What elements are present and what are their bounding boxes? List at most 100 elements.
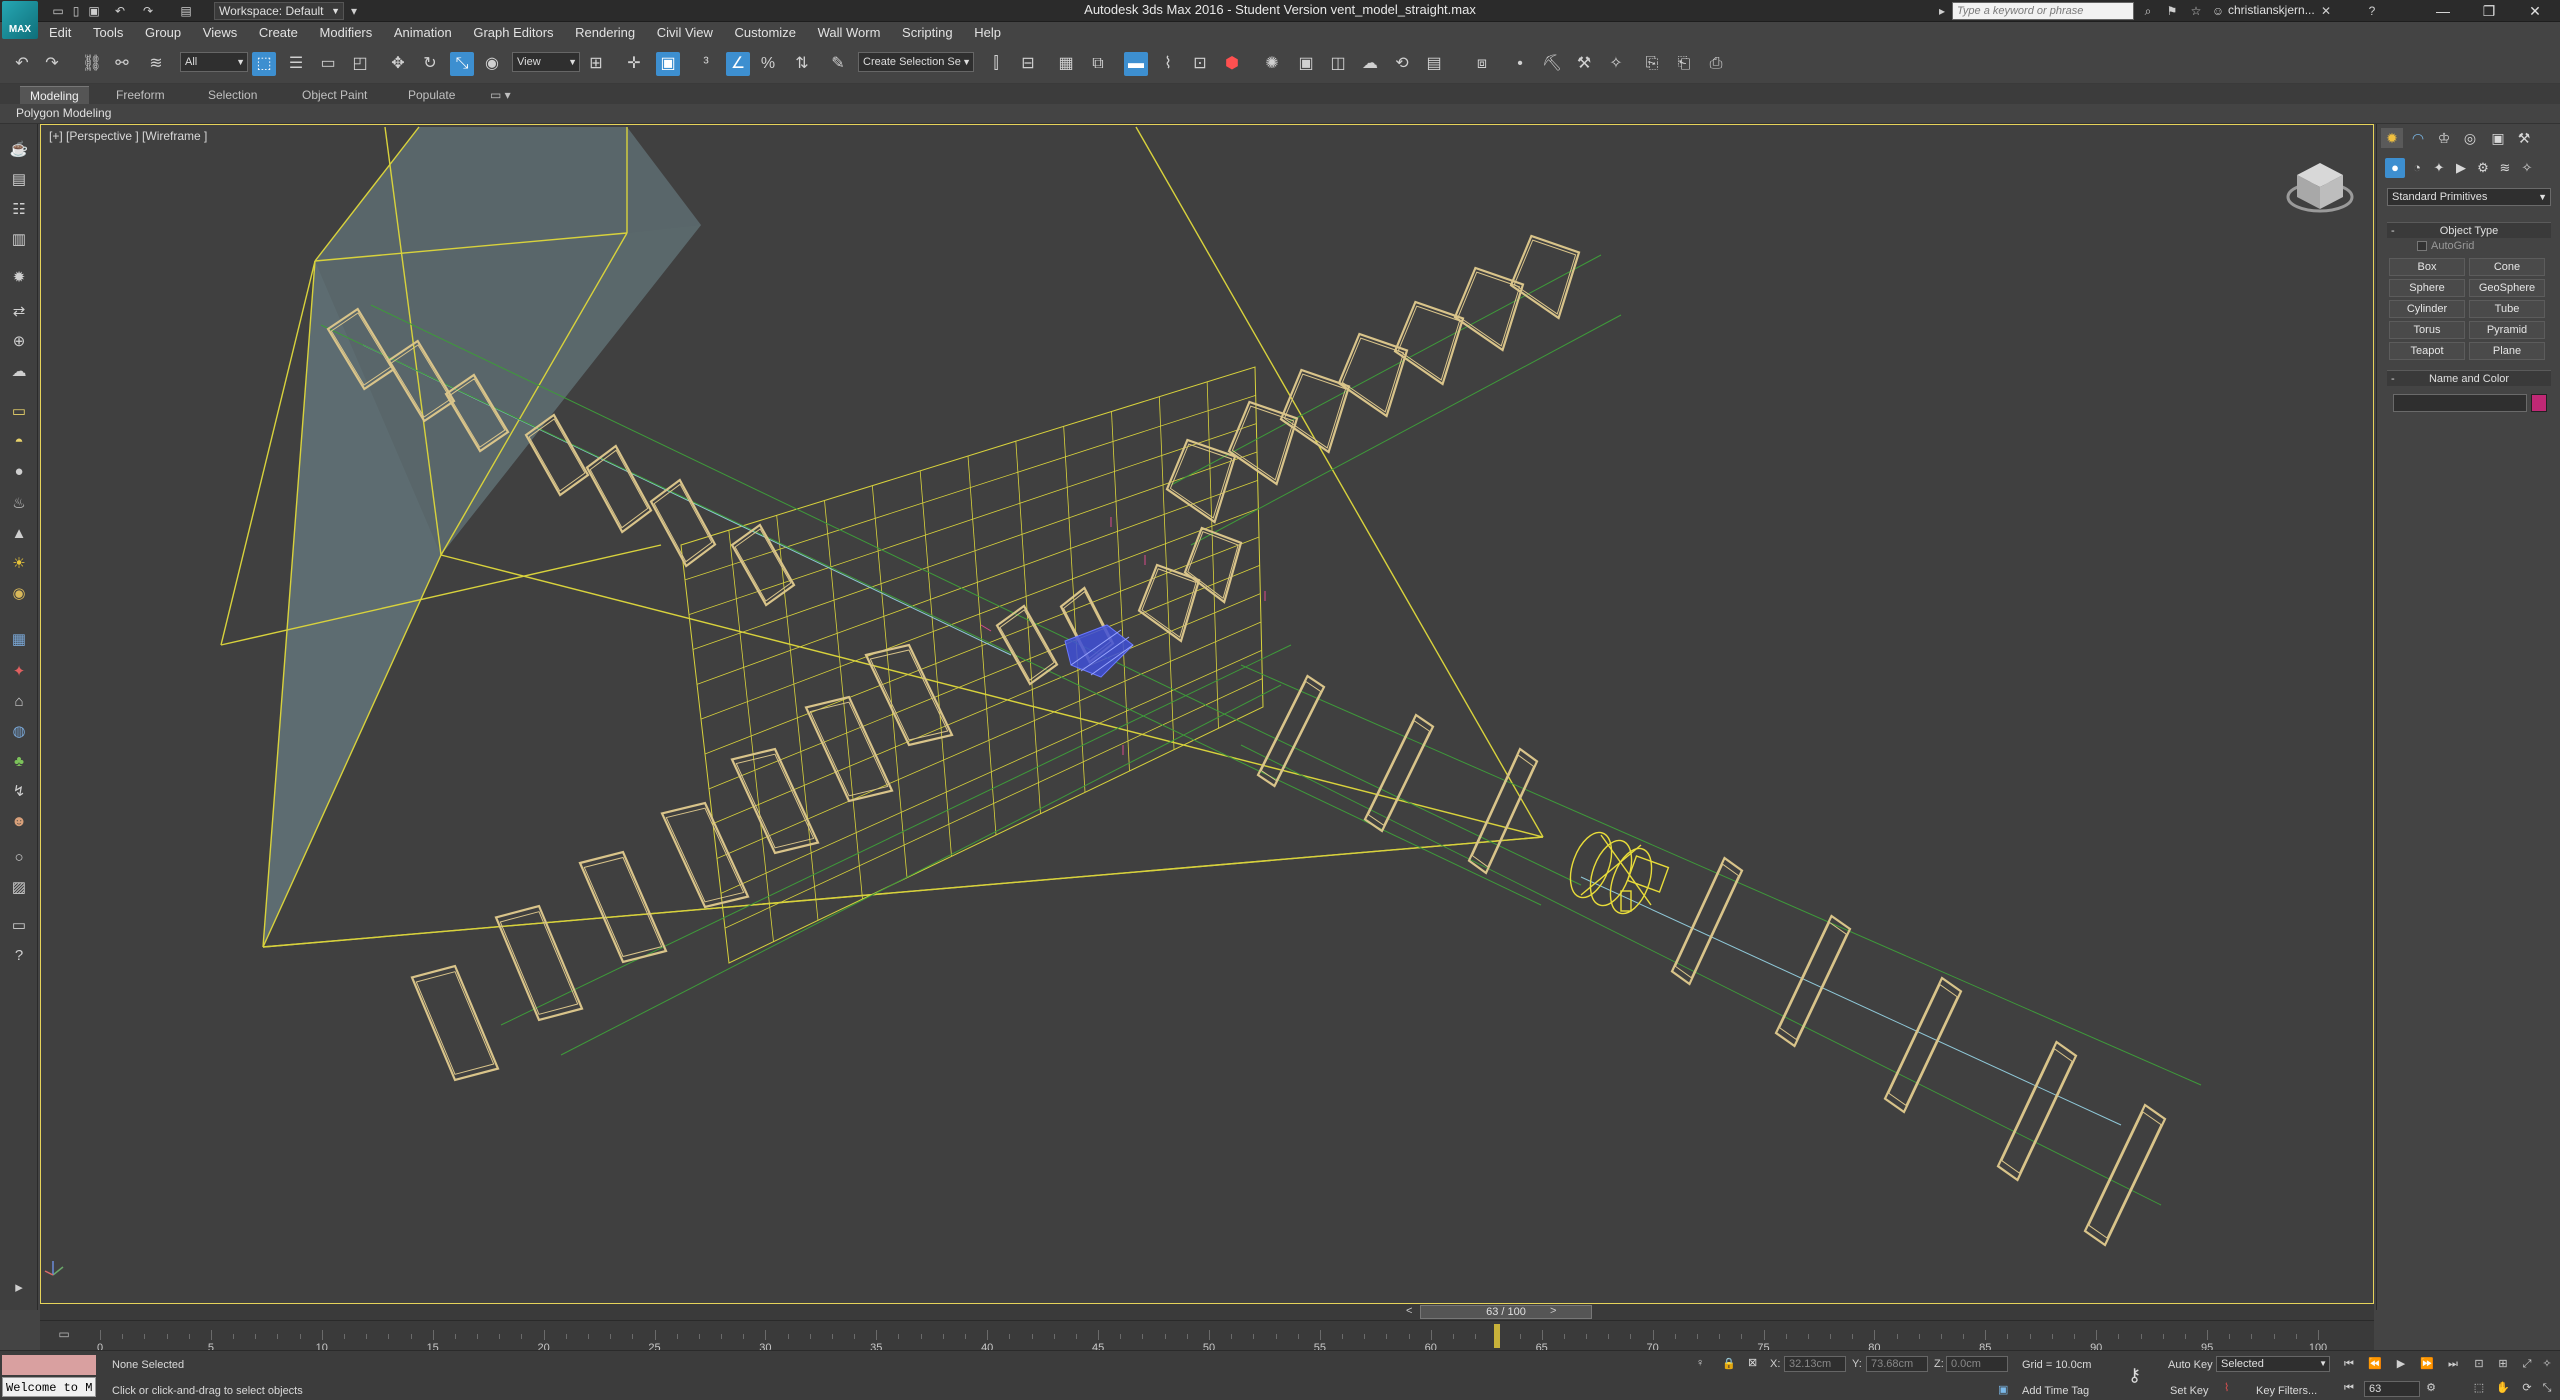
align-icon[interactable]: ⊟ xyxy=(1016,52,1040,76)
zoom-region-icon[interactable]: ⬚ xyxy=(2470,1379,2488,1397)
autogrid-box[interactable] xyxy=(2417,241,2427,252)
app-logo-icon[interactable]: MAX xyxy=(2,1,38,39)
wall-worm-export-icon[interactable]: ⚒ xyxy=(1572,52,1596,76)
menu-views[interactable]: Views xyxy=(194,22,246,40)
cone-button[interactable]: Cone xyxy=(2469,258,2545,276)
sphere-icon[interactable]: ● xyxy=(7,460,31,484)
select-and-rotate-icon[interactable]: ↻ xyxy=(418,52,442,76)
box-icon[interactable]: ▭ xyxy=(7,400,31,424)
space-warps-icon[interactable]: ≋ xyxy=(2495,158,2515,178)
mirror-icon[interactable]: ⫿ xyxy=(984,52,1008,76)
perspective-viewport[interactable]: [+] [Perspective ] [Wireframe ] xyxy=(40,124,2374,1304)
helper-icon[interactable]: ⌂ xyxy=(7,690,31,714)
minimize-button[interactable]: — xyxy=(2420,0,2466,22)
plane-button[interactable]: Plane xyxy=(2469,342,2545,360)
category-dropdown[interactable]: Standard Primitives ▼ xyxy=(2387,188,2551,206)
sphere-button[interactable]: Sphere xyxy=(2389,279,2465,297)
key-filters-button[interactable]: Key Filters... xyxy=(2256,1385,2317,1397)
wall-worm-tool-icon[interactable]: ⛏ xyxy=(1540,52,1564,76)
globe-icon[interactable]: ◍ xyxy=(7,720,31,744)
percent-snap-icon[interactable]: % xyxy=(756,52,780,76)
teapot-icon[interactable]: ☕ xyxy=(7,138,31,162)
tree-icon[interactable]: ♣ xyxy=(7,750,31,774)
hemisphere-icon[interactable]: ◓ xyxy=(7,430,31,454)
toggle-layer-explorer-icon[interactable]: ⧉ xyxy=(1086,52,1110,76)
menu-customize[interactable]: Customize xyxy=(726,22,805,40)
time-configuration-icon[interactable]: ⚙ xyxy=(2422,1379,2440,1397)
communication-center-icon[interactable]: ⚑ xyxy=(2164,3,2180,19)
autogrid-checkbox[interactable]: AutoGrid xyxy=(2417,240,2474,252)
pyramid-button[interactable]: Pyramid xyxy=(2469,321,2545,339)
render-setup-icon[interactable]: ✺ xyxy=(1260,52,1284,76)
bind-space-warp-icon[interactable]: ≋ xyxy=(144,52,168,76)
exchange-apps-icon[interactable]: ✕ xyxy=(2318,3,2334,19)
set-key-icon[interactable]: ⚷ xyxy=(2128,1365,2141,1386)
search-expand-icon[interactable]: ▸ xyxy=(1934,3,1950,19)
keyboard-shortcut-override-icon[interactable]: ▣ xyxy=(656,52,680,76)
helpers-icon[interactable]: ⚙ xyxy=(2473,158,2493,178)
new-file-icon[interactable]: ▭ xyxy=(50,3,66,19)
save-file-icon[interactable]: ▣ xyxy=(86,3,102,19)
viewcube[interactable] xyxy=(2285,153,2355,223)
menu-scripting[interactable]: Scripting xyxy=(893,22,962,40)
selection-lock-icon[interactable]: 🔒 xyxy=(1722,1357,1736,1370)
menu-wall-worm[interactable]: Wall Worm xyxy=(809,22,890,40)
restore-button[interactable]: ❐ xyxy=(2466,0,2512,22)
mini-curve-editor-icon[interactable]: ▭ xyxy=(54,1327,74,1343)
motion-tab-icon[interactable]: ◎ xyxy=(2459,128,2481,148)
cylinder-button[interactable]: Cylinder xyxy=(2389,300,2465,318)
particles-icon[interactable]: ✦ xyxy=(7,660,31,684)
select-and-manipulate-icon[interactable]: ✛ xyxy=(622,52,646,76)
favorites-star-icon[interactable]: ☆ xyxy=(2188,3,2204,19)
schematic-view-icon[interactable]: ⊡ xyxy=(1188,52,1212,76)
selection-filter-dropdown[interactable]: All ▼ xyxy=(180,52,248,72)
place-icon[interactable]: ◉ xyxy=(480,52,504,76)
sun-icon[interactable]: ☀ xyxy=(7,552,31,576)
redo-icon[interactable]: ↷ xyxy=(140,3,156,19)
select-and-scale-icon[interactable]: ⤡ xyxy=(450,52,474,76)
tab-modeling[interactable]: Modeling xyxy=(20,86,89,104)
open-file-icon[interactable]: ▯ xyxy=(68,3,84,19)
snaps-toggle-icon[interactable]: ³ xyxy=(694,52,718,76)
menu-tools[interactable]: Tools xyxy=(84,22,132,40)
time-slider[interactable]: < 63 / 100 > xyxy=(40,1304,2374,1320)
torus-button[interactable]: Torus xyxy=(2389,321,2465,339)
select-and-link-icon[interactable]: ⛓ xyxy=(80,52,104,76)
user-name[interactable]: christianskjern... xyxy=(2228,3,2315,17)
object-type-rollout[interactable]: - Object Type xyxy=(2387,222,2551,238)
modify-tab-icon[interactable]: ◠ xyxy=(2407,128,2429,148)
disc-icon[interactable]: ◉ xyxy=(7,582,31,606)
absolute-mode-icon[interactable]: ⊠ xyxy=(1748,1356,1757,1369)
edit-named-selection-icon[interactable]: ✎ xyxy=(826,52,850,76)
maxscript-listener-mini[interactable] xyxy=(2,1355,96,1375)
wall-worm-compile-icon[interactable]: ⎙ xyxy=(1704,52,1728,76)
sphere-gizmo-icon[interactable]: ○ xyxy=(7,846,31,870)
rendered-frame-window-icon[interactable]: ▣ xyxy=(1294,52,1318,76)
time-slider-thumb[interactable]: 63 / 100 xyxy=(1420,1305,1592,1319)
reference-coordinate-dropdown[interactable]: View ▼ xyxy=(512,52,580,72)
menu-edit[interactable]: Edit xyxy=(40,22,80,40)
undo-icon[interactable]: ↶ xyxy=(10,52,34,76)
key-mode-icon[interactable]: ⌇ xyxy=(2224,1381,2229,1394)
rectangular-selection-icon[interactable]: ▭ xyxy=(316,52,340,76)
object-name-field[interactable] xyxy=(2393,394,2527,412)
box-button[interactable]: Box xyxy=(2389,258,2465,276)
layer-explorer-icon[interactable]: ☷ xyxy=(7,198,31,222)
geometry-icon[interactable]: ● xyxy=(2385,158,2405,178)
angle-snap-icon[interactable]: ∠ xyxy=(726,52,750,76)
isolate-icon[interactable]: ♀ xyxy=(1696,1357,1704,1369)
teapot-button[interactable]: Teapot xyxy=(2389,342,2465,360)
key-mode-toggle-icon[interactable]: ⏮ xyxy=(2340,1379,2358,1397)
select-by-name-icon[interactable]: ☰ xyxy=(284,52,308,76)
lock-icon[interactable]: ⊕ xyxy=(7,330,31,354)
go-to-start-icon[interactable]: ⏮ xyxy=(2340,1355,2358,1373)
object-color-swatch[interactable] xyxy=(2531,394,2547,412)
select-and-move-icon[interactable]: ✥ xyxy=(386,52,410,76)
x-coordinate-field[interactable]: 32.13cm xyxy=(1784,1356,1846,1372)
project-folder-icon[interactable]: ▤ xyxy=(178,3,194,19)
search-input[interactable]: Type a keyword or phrase xyxy=(1952,2,2134,20)
scene-explorer-icon[interactable]: ▤ xyxy=(7,168,31,192)
menu-group[interactable]: Group xyxy=(136,22,190,40)
render-production-icon[interactable]: ◫ xyxy=(1326,52,1350,76)
tab-object-paint[interactable]: Object Paint xyxy=(292,86,377,104)
